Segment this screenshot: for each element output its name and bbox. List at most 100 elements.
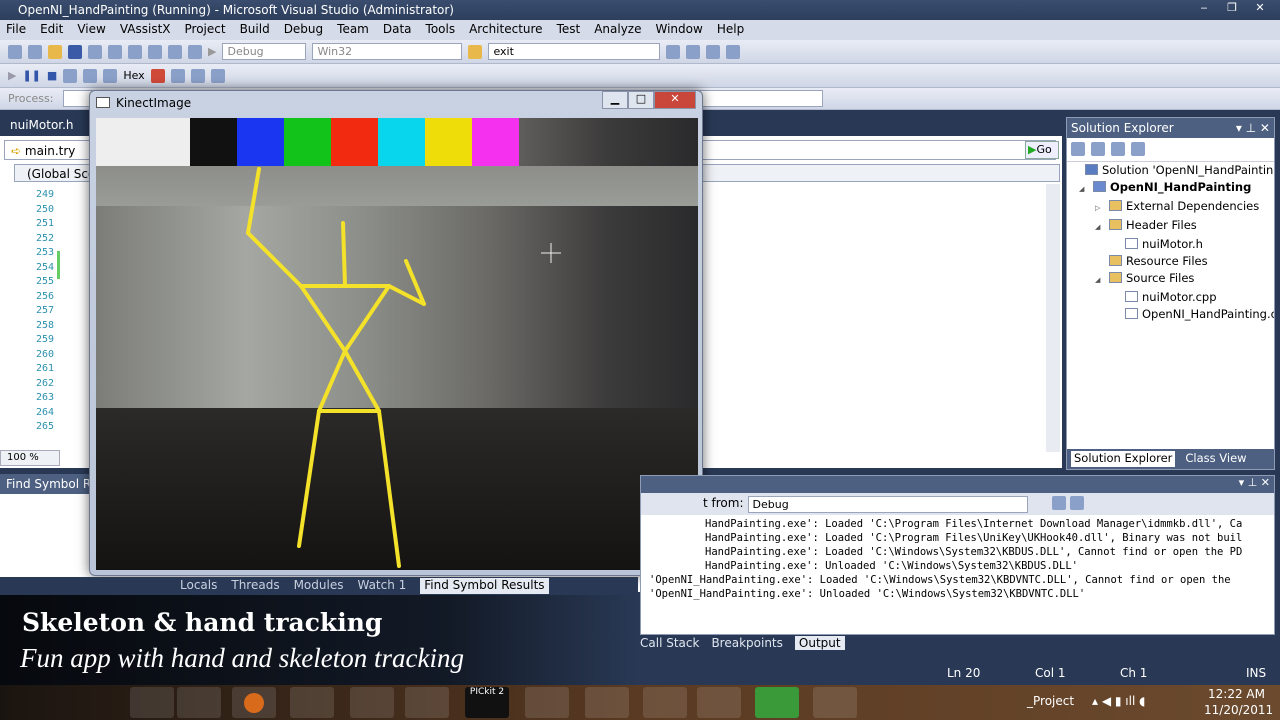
toolbar-icon[interactable] [210, 68, 225, 83]
expand-arrow-icon[interactable]: ◢ [1095, 272, 1109, 289]
close-button[interactable]: ✕ [654, 91, 696, 109]
menu-team[interactable]: Team [337, 22, 369, 38]
add-item-icon[interactable] [28, 44, 42, 59]
expand-arrow-icon[interactable]: ▷ [1095, 200, 1109, 217]
go-button[interactable]: ▶Go [1025, 141, 1059, 159]
tree-item[interactable]: OpenNI_HandPainting.cp [1071, 306, 1274, 323]
tree-item[interactable]: ◢ OpenNI_HandPainting [1071, 179, 1274, 198]
taskbar-app-button[interactable] [350, 687, 394, 718]
taskbar-app-button[interactable] [130, 687, 174, 718]
tab-locals[interactable]: Locals [180, 578, 217, 594]
properties-icon[interactable] [1071, 142, 1085, 156]
taskbar-app-button[interactable] [813, 687, 857, 718]
tab-output[interactable]: Output [794, 636, 845, 650]
continue-icon[interactable]: ▶ [8, 69, 16, 82]
stop-icon[interactable]: ■ [47, 69, 57, 82]
taskbar-app-button[interactable] [405, 687, 449, 718]
menu-analyze[interactable]: Analyze [594, 22, 641, 38]
class-diagram-icon[interactable] [1131, 142, 1145, 156]
taskbar-kinect-button[interactable] [755, 687, 799, 718]
menu-data[interactable]: Data [383, 22, 412, 38]
hex-button[interactable]: Hex [123, 69, 144, 82]
show-all-files-icon[interactable] [1091, 142, 1105, 156]
menu-debug[interactable]: Debug [284, 22, 323, 38]
taskbar-firefox-button[interactable] [232, 687, 276, 718]
maximize-button[interactable]: ❐ [1220, 1, 1244, 17]
paste-icon[interactable] [148, 44, 162, 59]
save-all-icon[interactable] [88, 44, 102, 59]
minimize-button[interactable]: ‒ [1192, 1, 1216, 17]
show-output-from-select[interactable]: Debug [747, 496, 1028, 513]
cut-icon[interactable] [108, 44, 122, 59]
menu-test[interactable]: Test [557, 22, 581, 38]
output-text[interactable]: HandPainting.exe': Loaded 'C:\Program Fi… [641, 515, 1274, 603]
tree-item[interactable]: nuiMotor.cpp [1071, 289, 1274, 306]
config-select[interactable]: Debug [222, 43, 307, 60]
taskbar-app-button[interactable] [525, 687, 569, 718]
menu-help[interactable]: Help [717, 22, 744, 38]
tab-class-view[interactable]: Class View [1185, 451, 1246, 467]
menu-edit[interactable]: Edit [40, 22, 63, 38]
kinect-camera-view[interactable] [96, 118, 698, 570]
pause-icon[interactable]: ❚❚ [22, 69, 40, 82]
expand-arrow-icon[interactable]: ◢ [1095, 219, 1109, 236]
minimize-button[interactable]: ▁ [602, 91, 628, 109]
tree-item[interactable]: Solution 'OpenNI_HandPainting' (1 [1071, 162, 1274, 179]
tab-solution-explorer[interactable]: Solution Explorer [1071, 451, 1176, 467]
tab-breakpoints[interactable]: Breakpoints [711, 636, 782, 650]
menu-file[interactable]: File [6, 22, 26, 38]
start-icon[interactable]: ▶ [208, 45, 216, 58]
toolbar-icon[interactable] [170, 68, 185, 83]
undo-icon[interactable] [168, 44, 182, 59]
tree-item[interactable]: Resource Files [1071, 253, 1274, 270]
tree-item[interactable]: nuiMotor.h [1071, 236, 1274, 253]
menu-build[interactable]: Build [240, 22, 270, 38]
clock-time[interactable]: 12:22 AM [1208, 687, 1265, 701]
find-icon[interactable] [468, 44, 483, 59]
tree-item[interactable]: ◢ Source Files [1071, 270, 1274, 289]
copy-icon[interactable] [128, 44, 142, 59]
step-icon[interactable] [83, 68, 98, 83]
tray-icons[interactable]: ▴ ◀ ▮ ıll ◖ [1092, 694, 1145, 708]
toolbar-icon[interactable] [190, 68, 205, 83]
tab-watch-1[interactable]: Watch 1 [357, 578, 406, 594]
tab-find-symbol-results[interactable]: Find Symbol Results [420, 578, 549, 594]
platform-select[interactable]: Win32 [312, 43, 463, 60]
taskbar-app-button[interactable] [177, 687, 221, 718]
menu-project[interactable]: Project [185, 22, 226, 38]
tree-item[interactable]: ▷ External Dependencies [1071, 198, 1274, 217]
toolbar-project-label[interactable]: _Project [1027, 694, 1074, 708]
open-icon[interactable] [48, 44, 62, 59]
tab-modules[interactable]: Modules [294, 578, 344, 594]
taskbar-pickit-button[interactable]: PICkit 2 [465, 687, 509, 718]
menu-tools[interactable]: Tools [426, 22, 456, 38]
clock-date[interactable]: 11/20/2011 [1204, 703, 1273, 717]
step-into-icon[interactable] [103, 68, 118, 83]
save-icon[interactable] [68, 44, 82, 59]
toolbar-icon[interactable] [726, 44, 741, 59]
view-code-icon[interactable] [1111, 142, 1125, 156]
toolbar-icon[interactable] [706, 44, 721, 59]
menu-view[interactable]: View [77, 22, 105, 38]
word-wrap-icon[interactable] [1069, 496, 1084, 510]
new-project-icon[interactable] [8, 44, 22, 59]
breakpoint-icon[interactable] [150, 68, 165, 83]
menu-architecture[interactable]: Architecture [469, 22, 542, 38]
expand-arrow-icon[interactable]: ◢ [1079, 181, 1093, 198]
tab-threads[interactable]: Threads [231, 578, 279, 594]
redo-icon[interactable] [188, 44, 202, 59]
pin-icon[interactable]: ▾ ⊥ ✕ [1239, 476, 1274, 489]
find-combo[interactable]: exit [488, 43, 661, 60]
restart-icon[interactable] [63, 68, 78, 83]
taskbar-yahoo-button[interactable] [290, 687, 334, 718]
menu-window[interactable]: Window [656, 22, 703, 38]
taskbar-app-button[interactable] [697, 687, 741, 718]
tab-call-stack[interactable]: Call Stack [640, 636, 699, 650]
clear-all-icon[interactable] [1051, 496, 1066, 510]
pin-icon[interactable]: ▾ ⊥ ✕ [1236, 121, 1270, 135]
taskbar-visual-studio-button[interactable] [643, 687, 687, 718]
taskbar-app-button[interactable] [585, 687, 629, 718]
toolbar-icon[interactable] [666, 44, 681, 59]
toolbar-icon[interactable] [686, 44, 701, 59]
close-button[interactable]: ✕ [1248, 1, 1272, 17]
